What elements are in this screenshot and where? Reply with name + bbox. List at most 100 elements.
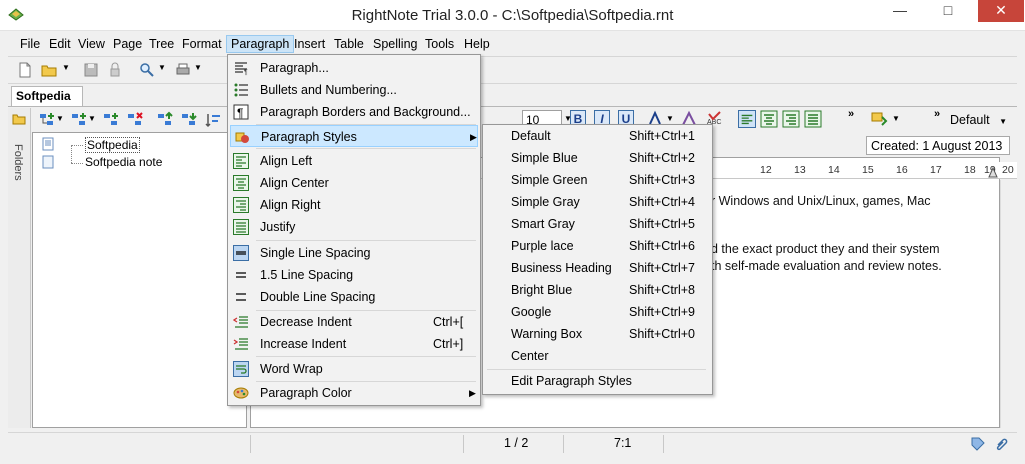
menu-view[interactable]: View [74, 36, 109, 52]
delete-node-icon[interactable] [126, 111, 144, 129]
folders-label: Folders [12, 144, 24, 181]
chevron-down-icon[interactable]: ▼ [892, 114, 900, 123]
chevron-down-icon[interactable]: ▼ [62, 63, 70, 72]
menu-format[interactable]: Format [178, 36, 226, 52]
move-down-icon[interactable] [180, 111, 198, 129]
menu-item-align-center[interactable]: Align Center [230, 172, 478, 194]
folder-icon [12, 114, 26, 125]
menu-spelling[interactable]: Spelling [369, 36, 421, 52]
menu-item-bullets[interactable]: Bullets and Numbering... [230, 79, 478, 101]
printer-icon[interactable] [174, 61, 192, 79]
sort-icon[interactable] [204, 111, 222, 129]
ruler-number: 17 [930, 164, 942, 176]
menu-item-single-spacing[interactable]: Single Line Spacing [230, 242, 478, 264]
minimize-button[interactable]: — [880, 0, 920, 22]
chevron-down-icon[interactable]: ▼ [666, 114, 674, 123]
menu-item-word-wrap[interactable]: Word Wrap [230, 358, 478, 380]
style-bright-blue[interactable]: Bright Blue Shift+Ctrl+8 [485, 279, 710, 301]
attachment-icon[interactable] [994, 436, 1010, 452]
tree-item-softpedia[interactable]: Softpedia [85, 137, 140, 153]
increase-indent-icon [233, 338, 248, 350]
menu-item-double-spacing[interactable]: Double Line Spacing [230, 286, 478, 308]
status-divider [463, 435, 464, 453]
style-simple-blue[interactable]: Simple Blue Shift+Ctrl+2 [485, 147, 710, 169]
menu-item-align-left[interactable]: Align Left [230, 150, 478, 172]
style-simple-green[interactable]: Simple Green Shift+Ctrl+3 [485, 169, 710, 191]
add-node-icon[interactable] [38, 111, 56, 129]
style-dropdown[interactable]: Default ▼ [950, 110, 1010, 130]
menu-item-increase-indent[interactable]: Increase Indent Ctrl+] [230, 333, 478, 355]
add-child-icon[interactable] [70, 111, 88, 129]
style-warning-box[interactable]: Warning Box Shift+Ctrl+0 [485, 323, 710, 345]
edit-paragraph-styles[interactable]: Edit Paragraph Styles [485, 370, 710, 392]
menu-help[interactable]: Help [460, 36, 494, 52]
overflow-icon[interactable]: » [934, 108, 940, 120]
one-half-spacing-icon [236, 272, 246, 278]
ruler-number: 13 [794, 164, 806, 176]
toolbar-justify-icon[interactable] [804, 110, 822, 128]
menu-item-justify[interactable]: Justify [230, 216, 478, 238]
move-up-icon[interactable] [156, 111, 174, 129]
status-divider [663, 435, 664, 453]
menu-insert[interactable]: Insert [290, 36, 329, 52]
menu-item-paragraph[interactable]: ¶ Paragraph... [230, 57, 478, 79]
menu-table[interactable]: Table [330, 36, 368, 52]
tab-softpedia[interactable]: Softpedia [11, 86, 83, 106]
search-icon[interactable] [138, 61, 156, 79]
style-business-heading[interactable]: Business Heading Shift+Ctrl+7 [485, 257, 710, 279]
menu-tools[interactable]: Tools [421, 36, 458, 52]
chevron-down-icon[interactable]: ▼ [88, 114, 96, 123]
ruler-number: 12 [760, 164, 772, 176]
toolbar-align-right-icon[interactable] [782, 110, 800, 128]
chevron-down-icon[interactable]: ▼ [194, 63, 202, 72]
menu-file[interactable]: File [16, 36, 44, 52]
add-sibling-icon[interactable] [102, 111, 120, 129]
tree-item-softpedia-note[interactable]: Softpedia note [85, 155, 162, 169]
menu-separator [256, 240, 476, 241]
save-icon[interactable] [82, 61, 100, 79]
menu-edit[interactable]: Edit [45, 36, 75, 52]
menu-tree[interactable]: Tree [145, 36, 178, 52]
lock-icon[interactable] [106, 61, 124, 79]
menu-item-one-half-spacing[interactable]: 1.5 Line Spacing [230, 264, 478, 286]
maximize-button[interactable]: □ [928, 0, 968, 22]
overflow-icon[interactable]: » [848, 108, 854, 120]
close-button[interactable]: ✕ [978, 0, 1024, 22]
menu-item-paragraph-color[interactable]: Paragraph Color ▶ [230, 382, 478, 404]
style-smart-gray[interactable]: Smart Gray Shift+Ctrl+5 [485, 213, 710, 235]
tree-panel[interactable]: Softpedia Softpedia note [32, 132, 247, 428]
menu-item-decrease-indent[interactable]: Decrease Indent Ctrl+[ [230, 311, 478, 333]
style-google[interactable]: Google Shift+Ctrl+9 [485, 301, 710, 323]
style-paint-icon[interactable] [870, 110, 888, 128]
folders-sidebar[interactable]: Folders [8, 108, 31, 428]
status-position: 7:1 [614, 436, 632, 450]
justify-icon [233, 219, 249, 235]
tag-icon[interactable] [970, 436, 986, 452]
chevron-down-icon[interactable]: ▼ [56, 114, 64, 123]
editor-line: r Windows and Unix/Linux, games, Mac [711, 194, 931, 208]
indent-marker-icon[interactable] [988, 166, 998, 178]
toolbar-align-left-icon[interactable] [738, 110, 756, 128]
chevron-down-icon: ▼ [999, 117, 1008, 126]
style-simple-gray[interactable]: Simple Gray Shift+Ctrl+4 [485, 191, 710, 213]
menu-item-borders[interactable]: ¶ Paragraph Borders and Background... [230, 101, 478, 123]
menu-separator [256, 356, 476, 357]
menu-paragraph[interactable]: Paragraph [226, 35, 295, 53]
menu-item-paragraph-styles[interactable]: Paragraph Styles ▶ [230, 125, 478, 147]
style-default[interactable]: Default Shift+Ctrl+1 [485, 125, 710, 147]
ruler-number: 18 [964, 164, 976, 176]
open-folder-icon[interactable] [40, 61, 58, 79]
new-document-icon[interactable] [16, 61, 34, 79]
menu-bar: File Edit View Page Tree Format Paragrap… [8, 33, 1017, 54]
bullets-icon [234, 83, 248, 97]
vertical-scrollbar[interactable] [1000, 180, 1018, 428]
menu-page[interactable]: Page [109, 36, 146, 52]
status-bar: 1 / 2 7:1 [8, 432, 1017, 455]
menu-item-align-right[interactable]: Align Right [230, 194, 478, 216]
align-right-icon [233, 197, 249, 213]
toolbar-align-center-icon[interactable] [760, 110, 778, 128]
chevron-down-icon[interactable]: ▼ [158, 63, 166, 72]
style-center[interactable]: Center [485, 345, 710, 367]
word-wrap-icon [233, 361, 249, 377]
style-purple-lace[interactable]: Purple lace Shift+Ctrl+6 [485, 235, 710, 257]
